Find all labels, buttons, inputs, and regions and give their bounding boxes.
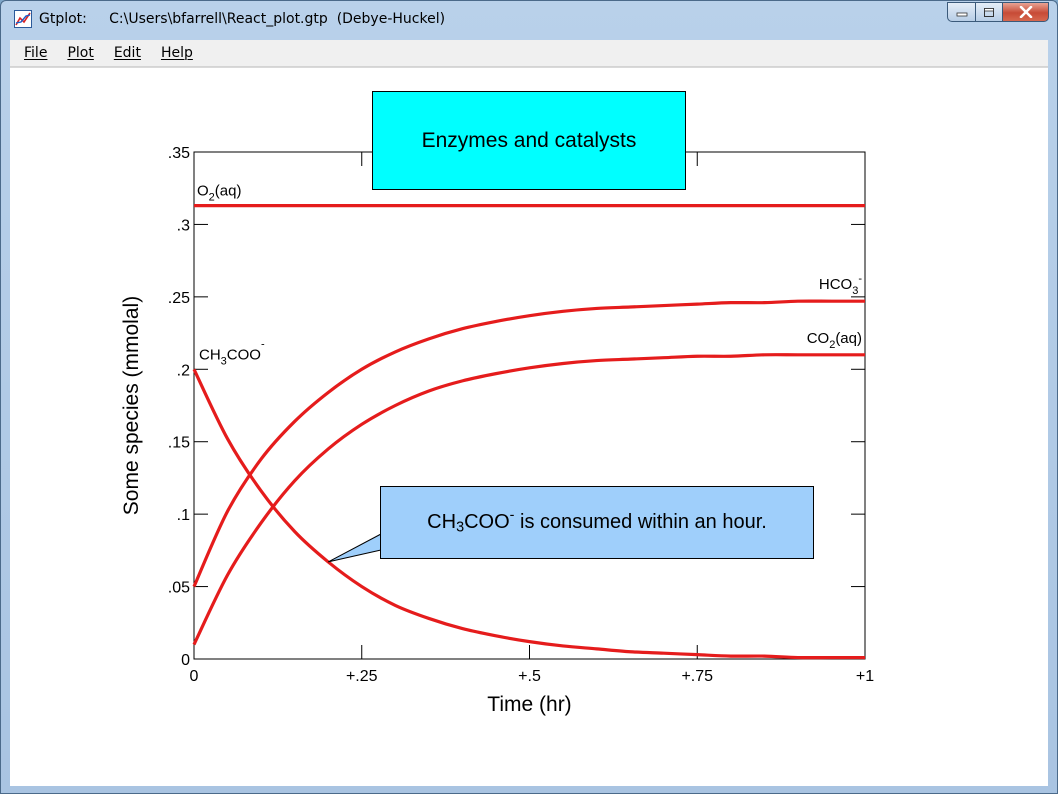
minimize-icon xyxy=(956,12,967,17)
x-axis-label: Time (hr) xyxy=(487,693,571,716)
y-tick-label: .15 xyxy=(168,435,190,452)
x-tick-label: +.25 xyxy=(346,668,378,685)
callout-text-prefix: CH xyxy=(427,511,457,533)
maximize-button[interactable] xyxy=(975,2,1002,22)
menu-bar: File Plot Edit Help xyxy=(10,40,1048,67)
series-label-part: - xyxy=(858,273,862,285)
y-tick-label: .1 xyxy=(177,507,190,524)
series-label-part: O xyxy=(197,183,209,200)
menu-plot[interactable]: Plot xyxy=(67,45,93,61)
series-label-part: CH xyxy=(199,346,221,363)
callout-text-suffix: is consumed within an hour. xyxy=(514,511,767,533)
y-tick-label: .25 xyxy=(168,290,190,307)
y-tick-label: .2 xyxy=(177,362,190,379)
series-label-co2-aq: CO2(aq) xyxy=(807,330,862,351)
title-annotation[interactable]: Enzymes and catalysts xyxy=(372,91,686,190)
x-tick-label: +1 xyxy=(856,668,874,685)
title-bar[interactable]: Gtplot: C:\Users\bfarrell\React_plot.gtp… xyxy=(1,1,1057,37)
menu-file[interactable]: File xyxy=(24,45,47,61)
series-label-part: (aq) xyxy=(835,330,862,347)
y-tick-label: .35 xyxy=(168,145,190,162)
series-label-part: - xyxy=(261,338,265,350)
close-icon xyxy=(1019,6,1032,18)
callout-annotation[interactable]: CH3COO- is consumed within an hour. xyxy=(380,486,814,559)
title-annotation-text: Enzymes and catalysts xyxy=(421,128,637,152)
x-tick-label: +.75 xyxy=(681,668,713,685)
window-app-name: Gtplot: xyxy=(39,11,87,27)
plot-frame xyxy=(193,151,866,660)
window-title: Gtplot: C:\Users\bfarrell\React_plot.gtp… xyxy=(39,11,445,27)
y-tick-label: .3 xyxy=(177,217,190,234)
close-button[interactable] xyxy=(1002,2,1049,22)
plot-canvas[interactable]: 0 .05 .1 .15 .2 .25 .3 .35 0 +.25 +.5 +.75 +1 Time (h… xyxy=(10,67,1048,786)
series-label-ch3coo: CH3COO- xyxy=(199,338,265,367)
window-file-path: C:\Users\bfarrell\React_plot.gtp xyxy=(109,11,328,27)
window-controls xyxy=(947,2,1049,24)
x-tick-label: 0 xyxy=(190,668,199,685)
series-label-part: 3 xyxy=(852,285,858,297)
series-label-part: (aq) xyxy=(215,183,242,200)
series-label-o2-aq: O2(aq) xyxy=(197,183,241,204)
app-window: Gtplot: C:\Users\bfarrell\React_plot.gtp… xyxy=(0,0,1058,794)
minimize-button[interactable] xyxy=(947,2,975,22)
x-tick-label: +.5 xyxy=(518,668,541,685)
chart-curves xyxy=(192,204,865,660)
menu-help[interactable]: Help xyxy=(161,45,193,61)
maximize-icon xyxy=(984,7,994,17)
y-axis-label: Some species (mmolal) xyxy=(120,296,143,515)
series-label-part: CO xyxy=(807,330,830,347)
callout-text-sub: 3 xyxy=(456,519,465,536)
chart-labels: O2(aq)HCO3-CO2(aq)CH3COO- xyxy=(197,183,862,368)
y-tick-label: 0 xyxy=(181,652,190,669)
y-tick-label: .05 xyxy=(168,580,190,597)
series-label-hco3: HCO3- xyxy=(819,273,862,297)
menu-edit[interactable]: Edit xyxy=(114,45,141,61)
callout-pointer xyxy=(327,533,382,563)
window-model: (Debye-Huckel) xyxy=(336,11,446,27)
callout-text-mid: COO xyxy=(464,511,510,533)
series-label-part: COO xyxy=(227,346,261,363)
series-label-part: HCO xyxy=(819,276,852,293)
chart-axes: 0 .05 .1 .15 .2 .25 .3 .35 0 +.25 +.5 +.75 +1 Time (h… xyxy=(120,145,874,716)
callout-annotation-text: CH3COO- is consumed within an hour. xyxy=(427,508,767,536)
gtplot-app-icon xyxy=(14,10,32,28)
